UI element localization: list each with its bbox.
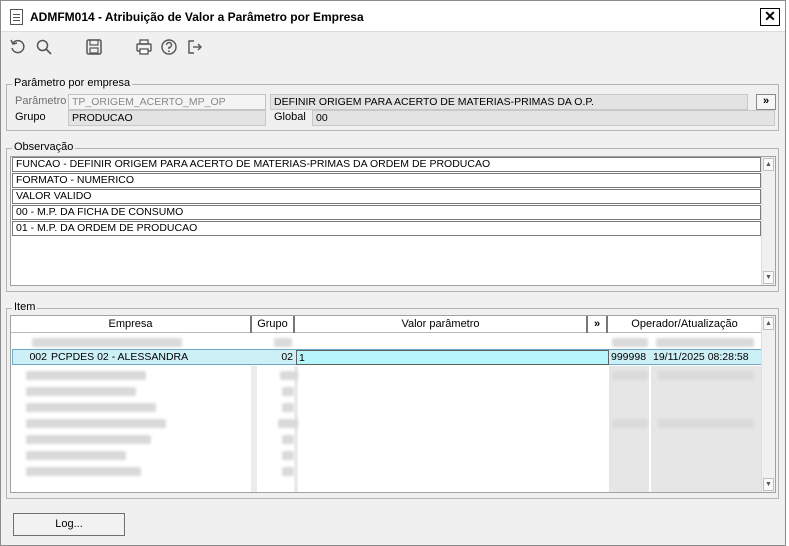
col-operador[interactable]: Operador/Atualização (608, 316, 763, 333)
table-row[interactable] (12, 464, 762, 479)
descricao-field: DEFINIR ORIGEM PARA ACERTO DE MATERIAS-P… (270, 94, 748, 110)
observacao-box[interactable]: FUNCAO - DEFINIR ORIGEM PARA ACERTO DE M… (10, 156, 776, 286)
observacao-line: FORMATO - NUMERICO (12, 173, 761, 188)
document-icon (10, 9, 23, 25)
close-button[interactable]: ✕ (760, 8, 780, 26)
observacao-legend: Observação (12, 141, 76, 153)
help-icon[interactable] (160, 38, 178, 56)
global-field: 00 (312, 110, 775, 126)
more-button[interactable]: » (756, 94, 776, 110)
table-row[interactable] (12, 432, 762, 447)
col-valor[interactable]: Valor parâmetro (295, 316, 588, 333)
scroll-up-icon[interactable]: ▲ (763, 158, 774, 171)
table-row[interactable] (12, 335, 762, 350)
table-row-selected[interactable]: 002 PCPDES 02 - ALESSANDRA 02 1 999998 1… (12, 349, 762, 365)
scroll-down-icon[interactable]: ▼ (763, 478, 774, 491)
window-title: ADMFM014 - Atribuição de Valor a Parâmet… (30, 10, 364, 24)
cell-operador: 999998 (611, 351, 647, 363)
col-more-button[interactable]: » (588, 316, 608, 333)
observacao-line: VALOR VALIDO (12, 189, 761, 204)
save-icon[interactable] (85, 38, 103, 56)
table-row[interactable] (12, 448, 762, 463)
observacao-line: 01 - M.P. DA ORDEM DE PRODUCAO (12, 221, 761, 236)
param-group: Parâmetro por empresa Parâmetro TP_ORIGE… (6, 77, 779, 131)
grid-header: Empresa Grupo Valor parâmetro » Operador… (11, 316, 763, 333)
cell-valor-input[interactable]: 1 (296, 350, 609, 365)
observacao-scrollbar[interactable]: ▲ ▼ (761, 157, 775, 285)
item-grid[interactable]: Empresa Grupo Valor parâmetro » Operador… (10, 315, 776, 493)
item-scrollbar[interactable]: ▲ ▼ (761, 316, 775, 492)
col-empresa[interactable]: Empresa (11, 316, 252, 333)
toolbar (1, 34, 785, 62)
table-row[interactable] (12, 416, 762, 431)
search-icon[interactable] (35, 38, 53, 56)
log-button[interactable]: Log... (13, 513, 125, 536)
param-group-legend: Parâmetro por empresa (12, 77, 133, 89)
print-icon[interactable] (135, 38, 153, 56)
dialog-window: ADMFM014 - Atribuição de Valor a Parâmet… (0, 0, 786, 546)
parametro-label: Parâmetro (15, 95, 67, 107)
grupo-label: Grupo (15, 111, 46, 123)
cell-empresa: PCPDES 02 - ALESSANDRA (51, 351, 189, 363)
observacao-line: FUNCAO - DEFINIR ORIGEM PARA ACERTO DE M… (12, 157, 761, 172)
observacao-line: 00 - M.P. DA FICHA DE CONSUMO (12, 205, 761, 220)
parametro-field[interactable]: TP_ORIGEM_ACERTO_MP_OP (68, 94, 266, 110)
grupo-field: PRODUCAO (68, 110, 266, 126)
undo-icon[interactable] (9, 38, 27, 56)
global-label: Global (274, 111, 306, 123)
exit-icon[interactable] (186, 38, 204, 56)
title-bar: ADMFM014 - Atribuição de Valor a Parâmet… (1, 1, 785, 32)
table-row[interactable] (12, 384, 762, 399)
table-row[interactable] (12, 368, 762, 383)
scroll-up-icon[interactable]: ▲ (763, 317, 774, 330)
cell-grupo: 02 (281, 351, 293, 363)
cell-atualizacao: 19/11/2025 08:28:58 (653, 351, 749, 363)
cell-codigo: 002 (29, 351, 47, 363)
col-grupo[interactable]: Grupo (252, 316, 295, 333)
table-row[interactable] (12, 400, 762, 415)
item-legend: Item (12, 301, 38, 313)
scroll-down-icon[interactable]: ▼ (763, 271, 774, 284)
